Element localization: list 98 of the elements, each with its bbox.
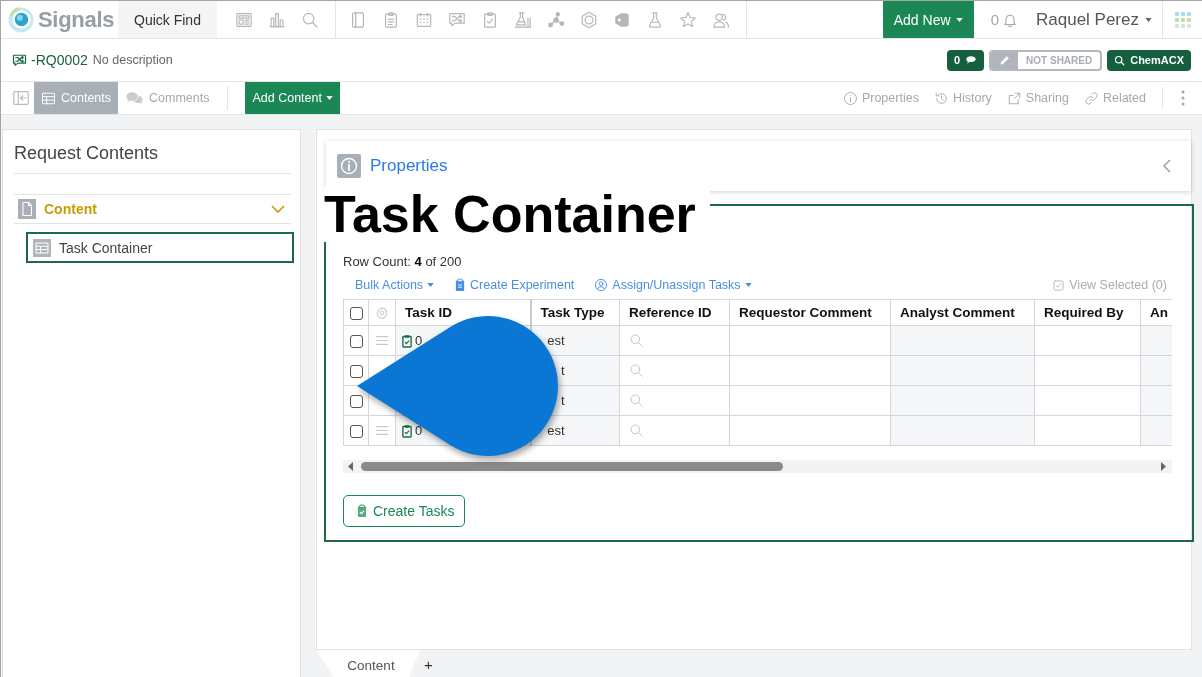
bar-chart-icon[interactable] xyxy=(268,10,286,29)
info-icon xyxy=(842,90,858,106)
search-icon[interactable] xyxy=(629,333,644,348)
search-icon[interactable] xyxy=(629,363,644,378)
caret-icon xyxy=(427,283,435,287)
properties-title: Properties xyxy=(370,156,448,176)
column-header: Required By xyxy=(1034,299,1141,326)
caret-icon xyxy=(744,283,752,287)
checkbox-icon xyxy=(1052,278,1066,292)
notifications-button[interactable]: 0 xyxy=(990,11,1018,28)
clipboard-icon[interactable] xyxy=(382,10,400,29)
task-container-title: Task Container xyxy=(324,186,710,242)
add-new-button[interactable]: Add New xyxy=(882,1,974,38)
quick-find-button[interactable]: Quick Find xyxy=(118,1,217,38)
view-tab[interactable]: Comments xyxy=(118,82,217,114)
horizontal-scrollbar[interactable] xyxy=(343,460,1172,473)
scrollbar-thumb[interactable] xyxy=(361,462,783,471)
checkbox[interactable] xyxy=(349,365,363,379)
search-icon[interactable] xyxy=(629,393,644,408)
column-header: Analyst Comment xyxy=(890,299,1035,326)
checkbox[interactable] xyxy=(349,306,363,320)
checkbox[interactable] xyxy=(349,395,363,409)
calendar-icon[interactable] xyxy=(415,10,433,29)
user-circle-icon xyxy=(594,278,609,292)
clipboard-check-icon[interactable] xyxy=(481,10,499,29)
flask-icon[interactable] xyxy=(646,10,664,29)
section-label: Content xyxy=(44,201,97,217)
sheet-tab[interactable]: Content xyxy=(316,650,420,677)
clipboard-check-icon xyxy=(401,333,413,348)
scroll-left-icon[interactable] xyxy=(348,462,353,471)
view-selected-button[interactable]: View Selected (0) xyxy=(1052,278,1167,292)
clipboard-check-icon xyxy=(356,504,368,518)
gear-icon[interactable] xyxy=(375,305,389,320)
user-menu-button[interactable]: Raquel Perez xyxy=(1036,9,1152,30)
row-count-text: Row Count: 4 of 200 xyxy=(343,254,463,270)
document-icon xyxy=(18,199,36,219)
chat-icon xyxy=(125,89,145,107)
history-icon xyxy=(933,90,949,106)
chemacx-button[interactable]: ChemACX xyxy=(1107,49,1191,71)
search-icon xyxy=(1114,54,1126,66)
scroll-right-icon[interactable] xyxy=(1161,462,1166,471)
record-description: No description xyxy=(92,53,173,67)
view-tab[interactable]: Contents xyxy=(34,82,119,114)
flask-rack-icon[interactable] xyxy=(514,10,532,29)
speech-bubble-icon xyxy=(965,55,978,65)
search-icon[interactable] xyxy=(629,423,644,438)
pencil-icon xyxy=(991,51,1019,69)
table-icon xyxy=(33,238,51,257)
cell-text: 0 xyxy=(415,423,423,438)
chat-arrows-icon[interactable] xyxy=(448,10,466,29)
toolbar-action[interactable]: Properties xyxy=(842,90,919,106)
link-icon xyxy=(1083,90,1099,106)
apps-grid-icon[interactable] xyxy=(1174,10,1192,29)
logo-icon xyxy=(8,6,34,33)
tree-item[interactable]: Task Container xyxy=(26,232,294,263)
table-action[interactable]: Assign/Unassign Tasks xyxy=(594,278,752,292)
dashboard-icon[interactable] xyxy=(235,10,253,29)
star-icon[interactable] xyxy=(679,10,697,29)
column-header: An xyxy=(1140,299,1172,326)
hexagon-icon[interactable] xyxy=(580,10,598,29)
clipboard-check-icon xyxy=(401,423,413,438)
checkbox[interactable] xyxy=(349,335,363,349)
clipboard-icon xyxy=(454,278,467,292)
table-action[interactable]: Create Experiment xyxy=(454,278,575,292)
more-options-icon[interactable] xyxy=(1181,90,1185,106)
tag-icon[interactable] xyxy=(613,10,631,29)
sharing-toggle[interactable]: NOT SHARED xyxy=(989,49,1103,71)
toolbar-action[interactable]: History xyxy=(933,90,992,106)
column-header: Requestor Comment xyxy=(729,299,891,326)
toolbar-action[interactable]: Related xyxy=(1083,90,1146,106)
share-icon xyxy=(1006,90,1022,106)
table-icon xyxy=(41,90,56,106)
chevron-down-icon[interactable] xyxy=(271,205,285,213)
record-id: -RQ0002 xyxy=(31,52,88,68)
comments-button[interactable]: 0 xyxy=(946,49,985,71)
caret-icon xyxy=(1145,17,1152,22)
drag-handle-icon[interactable] xyxy=(375,425,389,436)
request-icon xyxy=(12,52,27,68)
checkbox[interactable] xyxy=(349,425,363,439)
logo-text: Signals xyxy=(38,6,115,33)
sidebar-toggle-icon[interactable] xyxy=(12,89,30,107)
drag-handle-icon[interactable] xyxy=(375,335,389,346)
info-icon xyxy=(337,154,361,178)
caret-icon xyxy=(955,17,963,22)
network-icon[interactable] xyxy=(547,10,565,29)
table-action[interactable]: Bulk Actions xyxy=(355,278,435,292)
column-header: Task Type xyxy=(530,299,620,326)
search-icon[interactable] xyxy=(301,10,319,29)
add-content-button[interactable]: Add Content xyxy=(245,82,340,114)
caret-icon xyxy=(325,96,333,100)
add-tab-button[interactable]: + xyxy=(420,650,437,677)
column-header: Reference ID xyxy=(619,299,730,326)
create-tasks-button[interactable]: Create Tasks xyxy=(343,495,466,527)
chevron-left-icon[interactable] xyxy=(1163,159,1171,173)
toolbar-action[interactable]: Sharing xyxy=(1006,90,1069,106)
cell-text: 0 xyxy=(415,333,423,348)
sidebar-title: Request Contents xyxy=(14,130,291,174)
notebook-icon[interactable] xyxy=(349,10,367,29)
